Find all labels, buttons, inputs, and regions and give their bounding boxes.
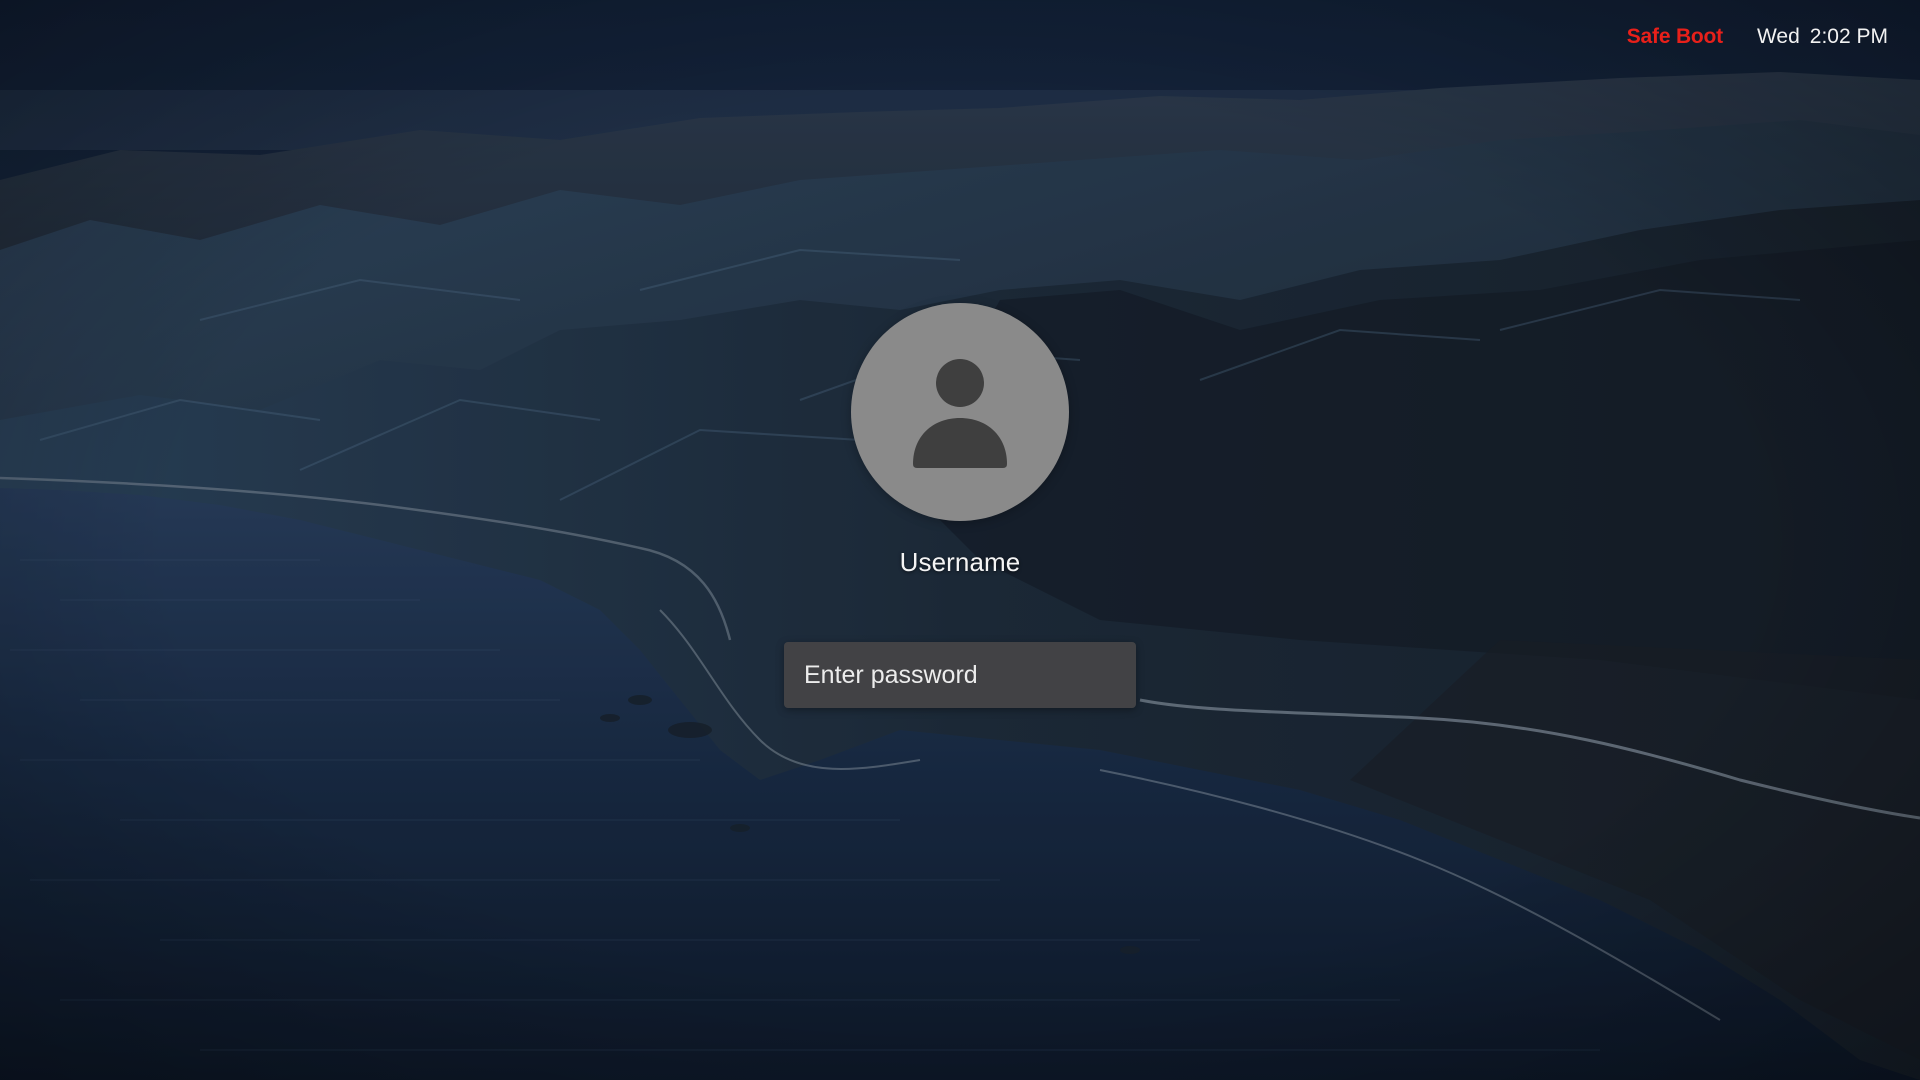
person-icon (913, 359, 1007, 468)
password-input[interactable] (784, 642, 1136, 708)
password-field-container (784, 642, 1136, 708)
top-menubar: Safe Boot Wed 2:02 PM (1627, 22, 1888, 52)
login-screen: Safe Boot Wed 2:02 PM Username (0, 0, 1920, 1080)
clock-time: 2:02 PM (1809, 25, 1888, 48)
user-avatar[interactable] (851, 303, 1069, 521)
username-label: Username (899, 547, 1021, 577)
clock[interactable]: Wed 2:02 PM (1757, 25, 1888, 49)
safe-boot-label: Safe Boot (1626, 25, 1723, 48)
login-panel: Username (0, 303, 1920, 708)
clock-day: Wed (1756, 25, 1800, 48)
